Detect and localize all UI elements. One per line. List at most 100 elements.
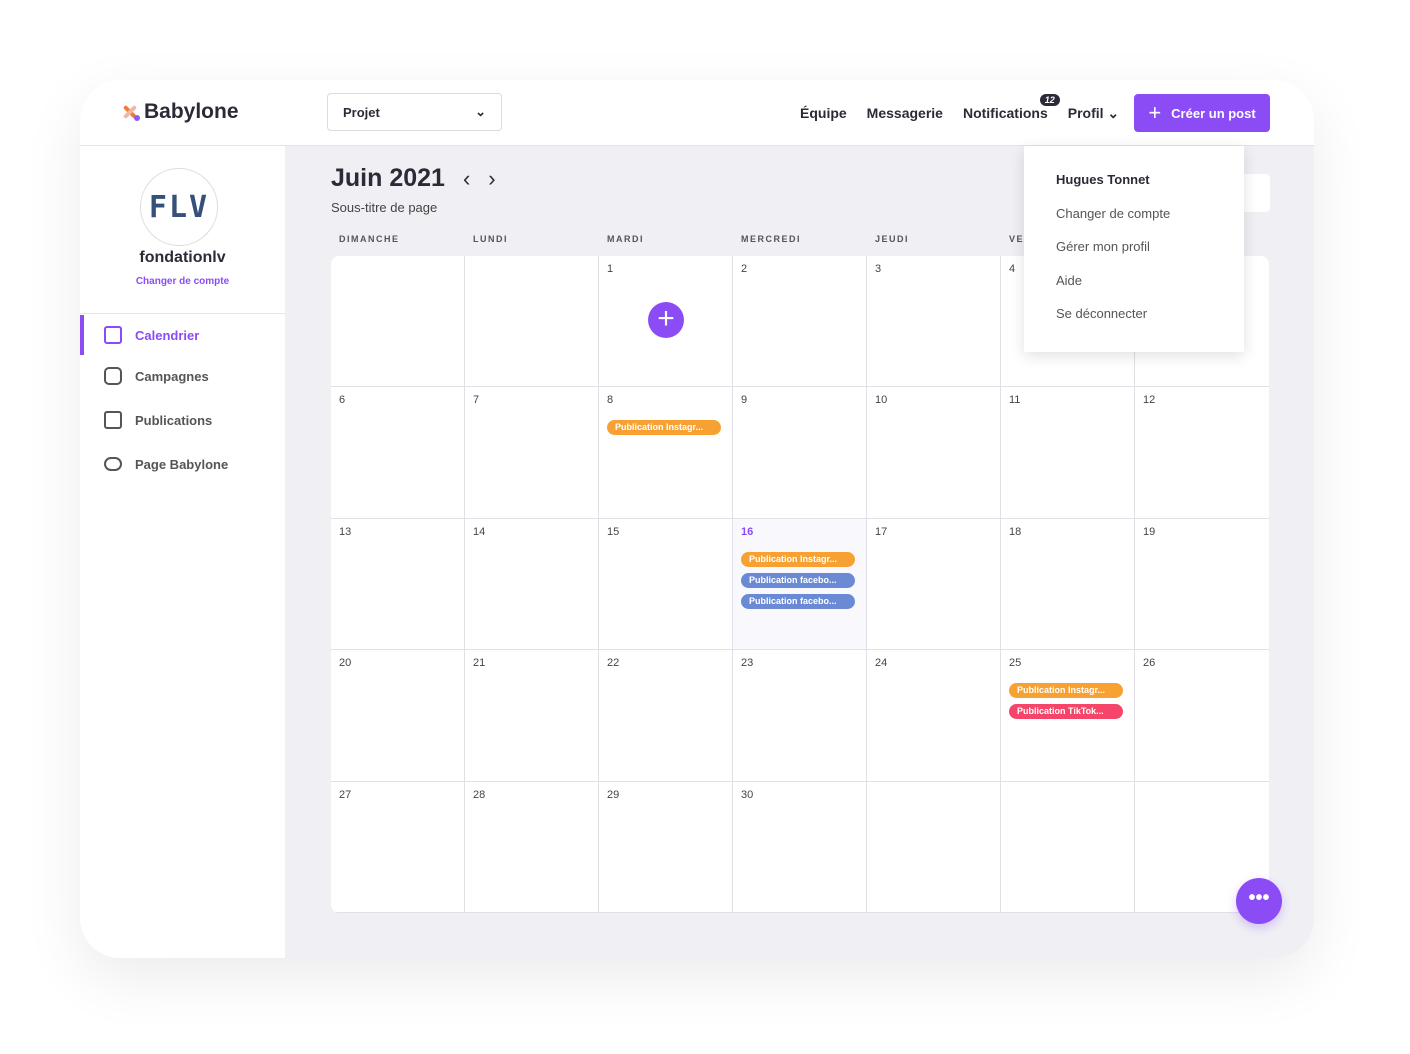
day-cell[interactable]: 2 xyxy=(733,256,867,388)
switch-account-link[interactable]: Changer de compte xyxy=(80,276,285,287)
event-chip-instagram[interactable]: Publication Instagr... xyxy=(741,551,855,567)
weekday-label: MARDI xyxy=(607,234,644,244)
day-cell[interactable] xyxy=(331,256,465,388)
nav-messages[interactable]: Messagerie xyxy=(867,105,943,122)
day-cell[interactable]: 6 xyxy=(331,387,465,519)
day-number: 9 xyxy=(741,394,748,407)
create-post-button[interactable]: + Créer un post xyxy=(1134,94,1270,132)
avatar: FLV xyxy=(140,168,218,246)
chevron-down-icon: ⌄ xyxy=(1107,105,1120,121)
day-cell[interactable]: 10 xyxy=(867,387,1001,519)
day-cell[interactable] xyxy=(867,781,1001,913)
day-number: 17 xyxy=(875,525,888,538)
day-cell[interactable]: 26 xyxy=(1135,650,1269,782)
toggle-icon xyxy=(104,457,122,471)
logo[interactable]: Babylone xyxy=(120,100,239,124)
day-cell[interactable]: 1 + xyxy=(599,256,733,388)
day-number: 8 xyxy=(607,394,614,407)
day-number: 12 xyxy=(1143,394,1156,407)
day-cell[interactable]: 27 xyxy=(331,781,465,913)
nav-notifications[interactable]: Notifications 12 xyxy=(962,94,1060,122)
day-cell[interactable] xyxy=(1001,781,1135,913)
day-cell[interactable]: 18 xyxy=(1001,518,1135,651)
campaigns-icon xyxy=(104,367,122,385)
prev-month-button[interactable]: ‹ xyxy=(463,166,470,192)
day-number: 6 xyxy=(339,394,346,407)
event-chip-instagram[interactable]: Publication Instagr... xyxy=(1009,683,1123,699)
menu-item-manage-profile[interactable]: Gérer mon profil xyxy=(1056,239,1244,273)
day-number: 29 xyxy=(607,788,620,801)
sidebar-item-calendar[interactable]: Calendrier xyxy=(80,315,285,355)
logo-icon xyxy=(120,103,140,121)
sidebar-item-page-babylone[interactable]: Page Babylone xyxy=(80,444,285,484)
day-cell[interactable]: 17 xyxy=(867,518,1001,651)
day-cell[interactable]: 29 xyxy=(599,781,733,913)
weekday-label: JEUDI xyxy=(875,234,910,244)
day-number: 7 xyxy=(473,394,480,407)
day-cell[interactable] xyxy=(465,256,599,388)
day-number: 16 xyxy=(741,525,754,538)
day-number: 30 xyxy=(741,788,754,801)
day-number: 23 xyxy=(741,657,754,670)
day-cell[interactable]: 19 xyxy=(1135,519,1269,651)
day-cell[interactable]: 30 xyxy=(733,781,867,913)
day-cell[interactable]: 3 xyxy=(867,256,1001,388)
day-number: 19 xyxy=(1143,525,1156,538)
more-dots-icon: ••• xyxy=(1248,887,1270,909)
event-chip-instagram[interactable]: Publication Instagr... xyxy=(607,420,721,436)
brand-name: Babylone xyxy=(144,100,239,123)
day-number: 14 xyxy=(473,525,486,538)
event-chip-facebook[interactable]: Publication facebo... xyxy=(741,572,855,588)
day-number: 21 xyxy=(473,657,486,670)
day-cell[interactable]: 20 xyxy=(331,650,465,782)
project-label: Projet xyxy=(343,104,380,120)
profile-name: Hugues Tonnet xyxy=(1056,172,1150,187)
project-select[interactable]: Projet ⌄ xyxy=(327,93,502,131)
event-chip-tiktok[interactable]: Publication TikTok... xyxy=(1009,704,1123,720)
event-chip-facebook[interactable]: Publication facebo... xyxy=(741,593,855,609)
day-number: 27 xyxy=(339,788,352,801)
sidebar-item-label: Publications xyxy=(135,412,213,428)
add-post-icon[interactable]: + xyxy=(648,302,684,338)
nav-profile[interactable]: Profil ⌄ xyxy=(1068,105,1119,122)
day-cell[interactable]: 22 xyxy=(599,650,733,782)
sidebar-item-campaigns[interactable]: Campagnes xyxy=(80,356,285,396)
day-cell[interactable]: 23 xyxy=(733,650,867,782)
menu-item-switch-account[interactable]: Changer de compte xyxy=(1056,206,1244,240)
menu-item-help[interactable]: Aide xyxy=(1056,273,1244,307)
day-number: 28 xyxy=(473,788,486,801)
day-cell[interactable]: 16 Publication Instagr... Publication face… xyxy=(733,518,867,651)
day-cell[interactable]: 14 xyxy=(465,518,599,651)
day-cell[interactable]: 7 xyxy=(465,387,599,519)
day-cell[interactable]: 11 xyxy=(1001,387,1135,519)
day-cell[interactable]: 24 xyxy=(867,650,1001,782)
day-number: 11 xyxy=(1009,394,1021,407)
nav-notifications-label: Notifications xyxy=(962,105,1048,121)
day-cell[interactable]: 8 Publication Instagr... xyxy=(599,387,733,519)
create-post-label: Créer un post xyxy=(1171,105,1256,121)
sidebar-item-publications[interactable]: Publications xyxy=(80,400,285,440)
day-cell[interactable]: 28 xyxy=(465,781,599,913)
notification-badge: 12 xyxy=(1039,94,1060,106)
day-cell[interactable]: 9 xyxy=(733,387,867,519)
chat-button[interactable]: ••• xyxy=(1236,878,1282,924)
document-icon xyxy=(104,411,122,429)
next-month-button[interactable]: › xyxy=(488,166,495,192)
day-number: 22 xyxy=(607,657,620,670)
page-subtitle: Sous-titre de page xyxy=(331,200,438,215)
day-cell[interactable]: 15 xyxy=(599,518,733,651)
menu-item-logout[interactable]: Se déconnecter xyxy=(1056,306,1244,340)
sidebar-item-label: Campagnes xyxy=(135,368,209,384)
nav-team[interactable]: Équipe xyxy=(800,105,847,122)
day-number: 10 xyxy=(875,394,888,407)
divider xyxy=(80,313,285,314)
day-number: 20 xyxy=(339,657,352,670)
day-cell[interactable]: 25 Publication Instagr... Publication TikT… xyxy=(1001,650,1135,782)
month-title: Juin 2021 xyxy=(331,164,445,192)
day-number: 13 xyxy=(339,525,352,538)
app-window: Babylone Projet ⌄ Équipe Messagerie Notif… xyxy=(80,80,1314,958)
day-cell[interactable]: 13 xyxy=(331,518,465,651)
day-cell[interactable]: 21 xyxy=(465,650,599,782)
day-cell[interactable]: 12 xyxy=(1135,387,1269,519)
top-bar: Babylone Projet ⌄ Équipe Messagerie Notif… xyxy=(80,80,1314,146)
